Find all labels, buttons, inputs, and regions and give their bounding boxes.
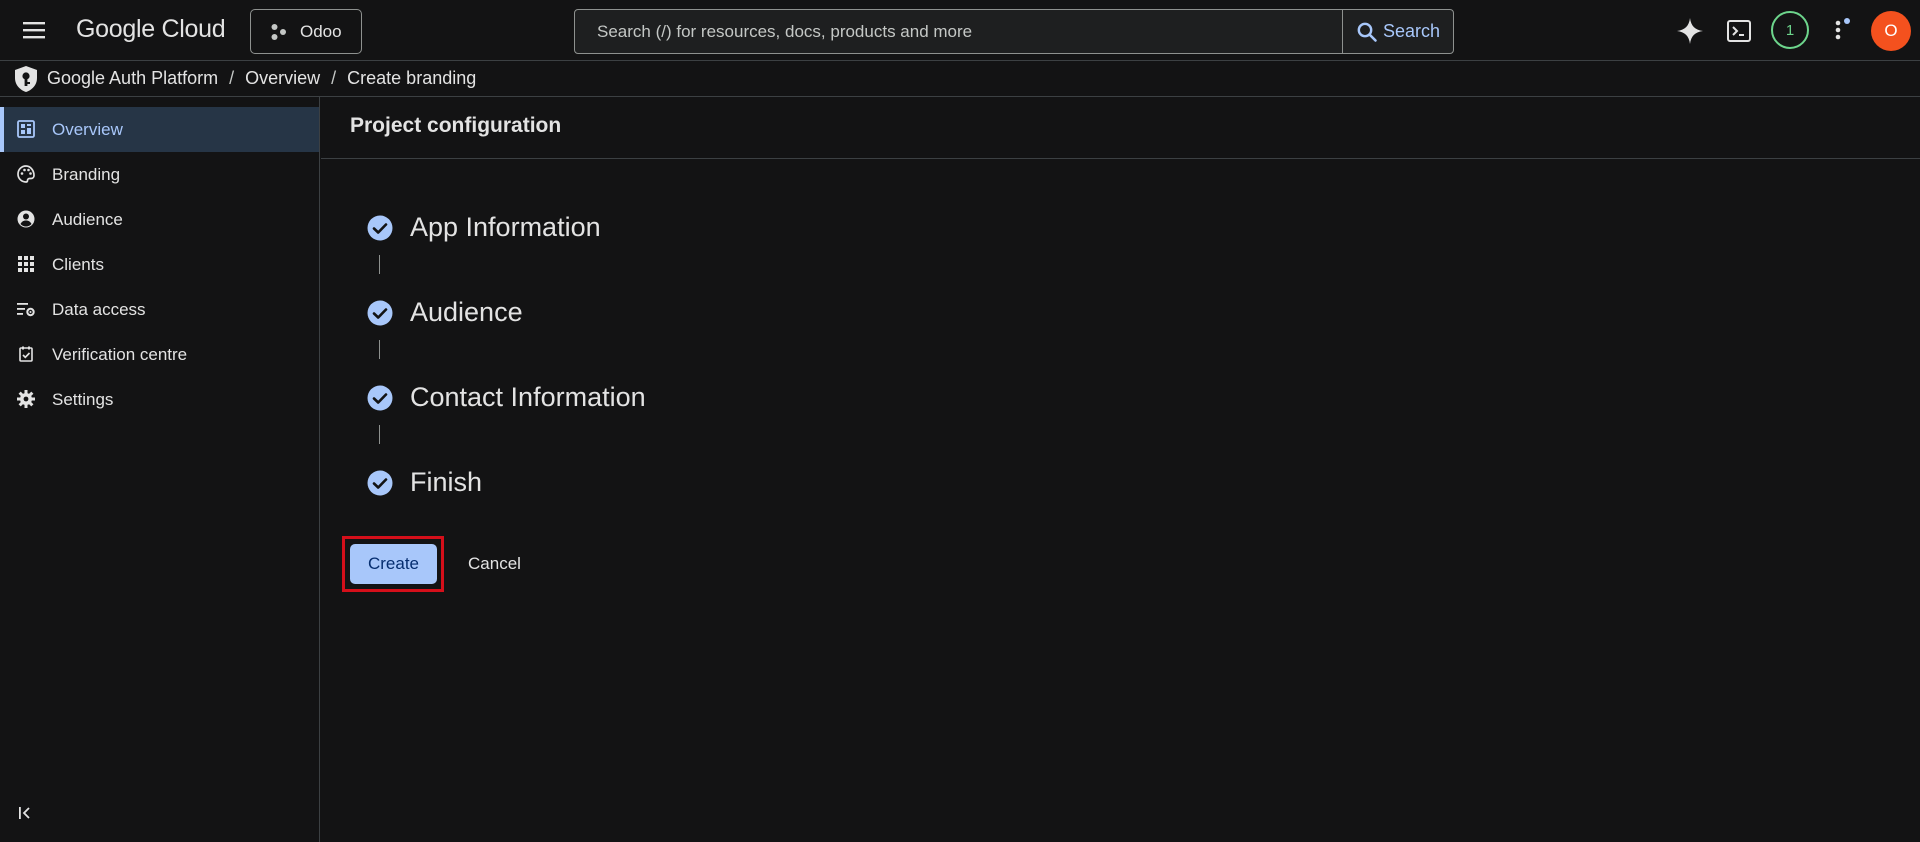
sidebar-item-settings[interactable]: Settings — [0, 377, 319, 422]
search-bar: Search — [574, 9, 1454, 54]
gear-icon — [16, 389, 36, 409]
breadcrumb-item-auth-platform[interactable]: Google Auth Platform — [47, 68, 218, 89]
step-label: Contact Information — [410, 382, 646, 412]
sidebar-item-label: Audience — [52, 209, 123, 229]
auth-shield-icon — [13, 65, 39, 93]
sidebar-item-overview[interactable]: Overview — [0, 107, 319, 152]
project-picker-button[interactable]: Odoo — [250, 9, 362, 54]
data-access-icon — [16, 299, 36, 319]
create-button[interactable]: Create — [350, 544, 437, 584]
stepper-connector — [379, 340, 380, 359]
sidebar-item-label: Branding — [52, 164, 121, 184]
sidebar-item-clients[interactable]: Clients — [0, 242, 319, 287]
main-content: Project configuration App Information Au… — [321, 97, 1920, 842]
stepper-connector — [379, 255, 380, 274]
cloud-shell-terminal-icon[interactable] — [1726, 19, 1752, 43]
google-cloud-logo[interactable]: Google Cloud — [76, 15, 226, 44]
sidebar-item-branding[interactable]: Branding — [0, 152, 319, 197]
search-button[interactable]: Search — [1342, 10, 1453, 53]
project-name: Odoo — [300, 21, 342, 41]
step-label: App Information — [410, 212, 601, 242]
check-circle-icon — [367, 215, 393, 241]
top-app-bar: Google Cloud Odoo Search 1 O — [0, 0, 1920, 61]
sidebar: Overview Branding Audience Clients Data … — [0, 97, 320, 842]
stepper-step-app-information[interactable]: App Information — [367, 212, 601, 243]
notifications-badge[interactable]: 1 — [1771, 11, 1809, 49]
project-hierarchy-icon — [270, 23, 288, 41]
more-options-icon[interactable] — [1830, 16, 1852, 44]
search-icon — [1356, 21, 1378, 43]
check-circle-icon — [367, 300, 393, 326]
stepper-step-contact-information[interactable]: Contact Information — [367, 382, 646, 413]
sidebar-item-label: Verification centre — [52, 344, 188, 364]
breadcrumb-separator: / — [229, 68, 235, 88]
sidebar-item-data-access[interactable]: Data access — [0, 287, 319, 332]
main-menu-icon[interactable] — [20, 18, 50, 42]
collapse-sidebar-icon[interactable] — [15, 802, 37, 824]
breadcrumb-item-create-branding: Create branding — [347, 68, 477, 88]
logo-google-text: Google — [76, 15, 155, 43]
breadcrumb-separator: / — [331, 68, 337, 88]
apps-grid-icon — [16, 254, 36, 274]
gemini-sparkle-icon[interactable] — [1676, 17, 1704, 45]
check-circle-icon — [367, 470, 393, 496]
sidebar-item-label: Settings — [52, 389, 114, 409]
stepper-step-finish[interactable]: Finish — [367, 467, 482, 498]
palette-icon — [16, 164, 36, 184]
stepper-connector — [379, 425, 380, 444]
cancel-button[interactable]: Cancel — [451, 544, 538, 584]
sidebar-item-label: Data access — [52, 299, 146, 319]
sidebar-item-verification-centre[interactable]: Verification centre — [0, 332, 319, 377]
step-label: Finish — [410, 467, 483, 497]
sidebar-item-label: Clients — [52, 254, 104, 274]
logo-cloud-text: Cloud — [161, 15, 226, 43]
page-title: Project configuration — [350, 114, 562, 137]
dashboard-icon — [16, 119, 36, 139]
account-avatar[interactable]: O — [1871, 11, 1911, 51]
breadcrumb-item-overview[interactable]: Overview — [245, 68, 320, 89]
search-button-label: Search — [1382, 21, 1441, 41]
search-input[interactable] — [575, 10, 1342, 53]
check-circle-icon — [367, 385, 393, 411]
stepper-step-audience[interactable]: Audience — [367, 297, 523, 328]
step-label: Audience — [410, 297, 523, 327]
verified-checkbox-icon — [16, 344, 36, 364]
page-header: Project configuration — [321, 97, 1920, 159]
sidebar-item-label: Overview — [52, 119, 123, 139]
sidebar-item-audience[interactable]: Audience — [0, 197, 319, 242]
breadcrumb: Google Auth Platform / Overview / Create… — [0, 61, 1920, 97]
account-circle-icon — [16, 209, 36, 229]
